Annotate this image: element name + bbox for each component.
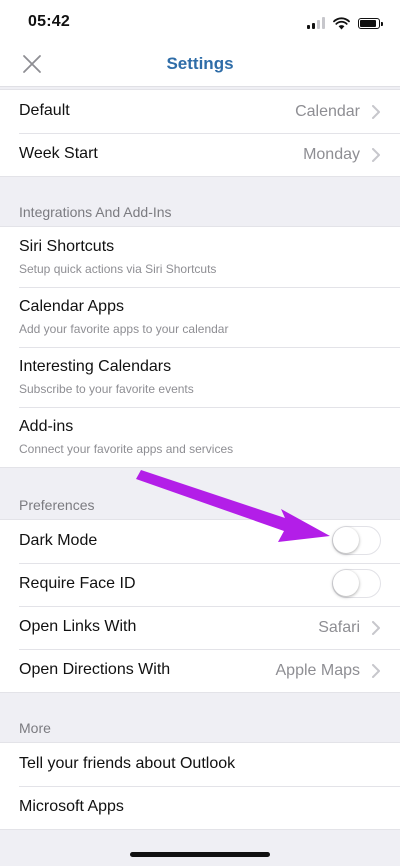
more-group: Tell your friends about Outlook Microsof… bbox=[0, 742, 400, 830]
row-label: Siri Shortcuts bbox=[19, 238, 115, 255]
row-label: Calendar Apps bbox=[19, 298, 124, 315]
row-subtitle: Connect your favorite apps and services bbox=[19, 442, 234, 456]
row-value: Calendar bbox=[295, 103, 360, 120]
microsoft-apps-row[interactable]: Microsoft Apps bbox=[0, 786, 400, 829]
chevron-right-icon bbox=[372, 105, 380, 119]
row-label: Default bbox=[19, 102, 70, 119]
row-label: Microsoft Apps bbox=[19, 798, 124, 815]
row-label: Dark Mode bbox=[19, 532, 98, 549]
battery-icon bbox=[358, 17, 383, 29]
calendar-apps-row[interactable]: Calendar Apps Add your favorite apps to … bbox=[0, 287, 400, 347]
row-label: Require Face ID bbox=[19, 575, 136, 592]
status-bar: 05:42 bbox=[0, 0, 400, 44]
row-subtitle: Subscribe to your favorite events bbox=[19, 382, 194, 396]
dark-mode-toggle[interactable] bbox=[332, 526, 381, 555]
toggle-knob bbox=[333, 527, 359, 553]
home-indicator[interactable] bbox=[130, 852, 270, 857]
wifi-icon bbox=[333, 16, 350, 29]
row-subtitle: Setup quick actions via Siri Shortcuts bbox=[19, 262, 217, 276]
chevron-right-icon bbox=[372, 664, 380, 678]
row-label: Interesting Calendars bbox=[19, 358, 172, 375]
preferences-group: Dark Mode Require Face ID Open Links Wit… bbox=[0, 519, 400, 693]
tell-friends-row[interactable]: Tell your friends about Outlook bbox=[0, 743, 400, 786]
siri-shortcuts-row[interactable]: Siri Shortcuts Setup quick actions via S… bbox=[0, 227, 400, 287]
signal-icon bbox=[307, 17, 325, 29]
row-value: Apple Maps bbox=[275, 662, 361, 679]
row-subtitle: Add your favorite apps to your calendar bbox=[19, 322, 229, 336]
open-links-row[interactable]: Open Links With Safari bbox=[0, 606, 400, 649]
chevron-right-icon bbox=[372, 148, 380, 162]
add-ins-row[interactable]: Add-ins Connect your favorite apps and s… bbox=[0, 407, 400, 467]
open-directions-row[interactable]: Open Directions With Apple Maps bbox=[0, 649, 400, 692]
nav-bar: Settings bbox=[0, 44, 400, 87]
section-header-more: More bbox=[19, 720, 51, 736]
chevron-right-icon bbox=[372, 621, 380, 635]
row-label: Tell your friends about Outlook bbox=[19, 755, 236, 772]
section-header-preferences: Preferences bbox=[19, 497, 95, 513]
week-start-row[interactable]: Week Start Monday bbox=[0, 133, 400, 176]
require-face-id-row: Require Face ID bbox=[0, 563, 400, 606]
row-label: Open Links With bbox=[19, 618, 137, 635]
row-value: Monday bbox=[303, 146, 360, 163]
status-icons bbox=[307, 15, 383, 31]
page-title: Settings bbox=[166, 54, 234, 73]
row-value: Safari bbox=[318, 619, 360, 636]
row-label: Add-ins bbox=[19, 418, 74, 435]
row-label: Week Start bbox=[19, 145, 98, 162]
face-id-toggle[interactable] bbox=[332, 569, 381, 598]
toggle-knob bbox=[333, 570, 359, 596]
integrations-group: Siri Shortcuts Setup quick actions via S… bbox=[0, 226, 400, 468]
section-header-integrations: Integrations And Add-Ins bbox=[19, 204, 172, 220]
dark-mode-row: Dark Mode bbox=[0, 520, 400, 563]
default-calendar-row[interactable]: Default Calendar bbox=[0, 90, 400, 133]
interesting-calendars-row[interactable]: Interesting Calendars Subscribe to your … bbox=[0, 347, 400, 407]
calendar-settings-group: Default Calendar Week Start Monday bbox=[0, 89, 400, 177]
row-label: Open Directions With bbox=[19, 661, 171, 678]
status-time: 05:42 bbox=[28, 13, 70, 30]
